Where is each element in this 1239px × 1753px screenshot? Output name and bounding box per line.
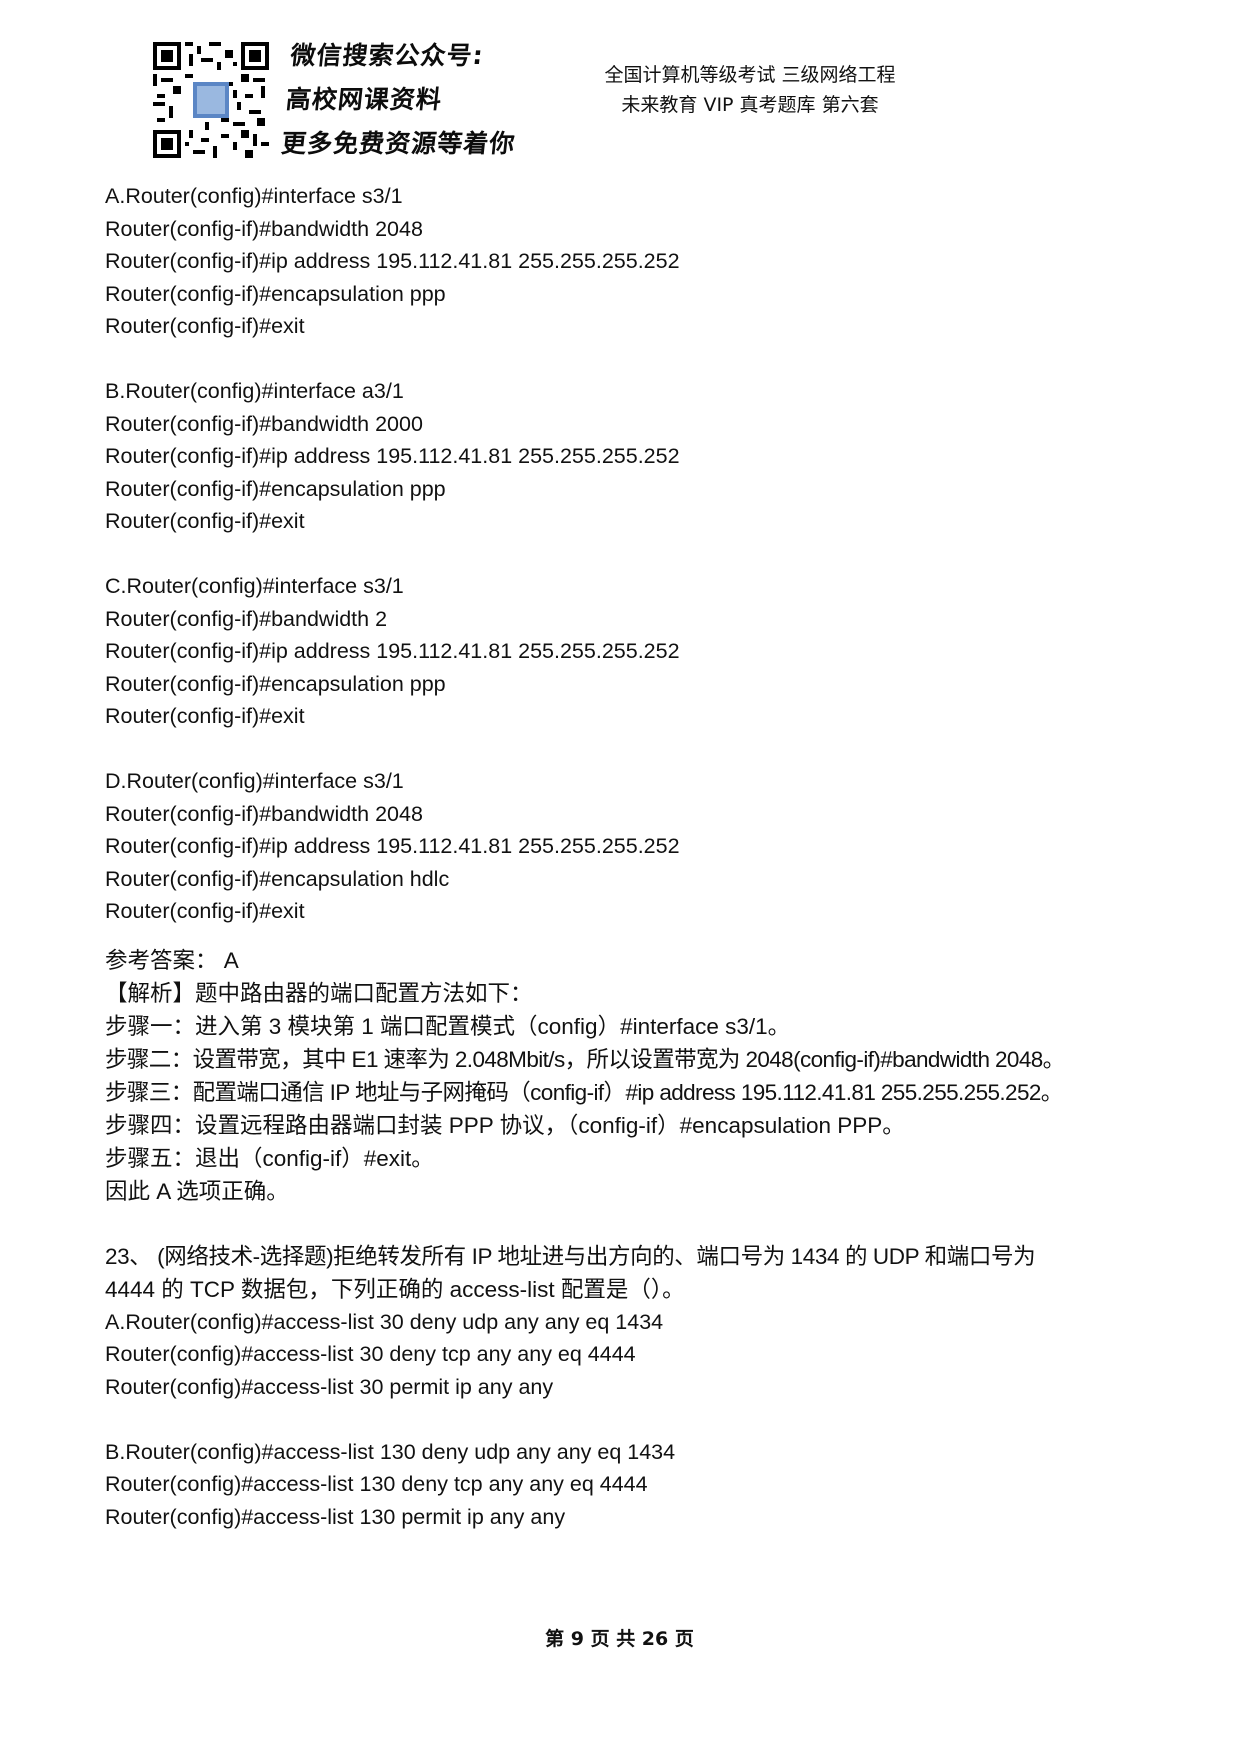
answer-explanation: 参考答案： A 【解析】题中路由器的端口配置方法如下： 步骤一：进入第 3 模块… bbox=[105, 944, 1145, 1208]
option-d-block: D.Router(config)#interface s3/1 Router(c… bbox=[105, 765, 1145, 928]
code-line: Router(config-if)#ip address 195.112.41.… bbox=[105, 834, 680, 859]
code-line: D.Router(config)#interface s3/1 bbox=[105, 768, 404, 793]
promo-line-1: 微信搜索公众号: bbox=[289, 41, 486, 70]
option-b-block: B.Router(config)#interface a3/1 Router(c… bbox=[105, 375, 1145, 538]
qr-code-image bbox=[153, 42, 269, 158]
step-line: 步骤三：配置端口通信 IP 地址与子网掩码（config-if）#ip addr… bbox=[105, 1079, 1063, 1105]
code-line: B.Router(config)#interface a3/1 bbox=[105, 378, 404, 403]
page-number: 第 9 页 共 26 页 bbox=[545, 1628, 694, 1650]
code-line: Router(config-if)#ip address 195.112.41.… bbox=[105, 249, 680, 274]
code-line: C.Router(config)#interface s3/1 bbox=[105, 573, 404, 598]
code-line: Router(config-if)#encapsulation ppp bbox=[105, 476, 446, 501]
code-line: Router(config)#access-list 130 permit ip… bbox=[105, 1504, 566, 1529]
code-line: Router(config-if)#encapsulation ppp bbox=[105, 671, 446, 696]
question-23: 23、 (网络技术-选择题)拒绝转发所有 IP 地址进与出方向的、端口号为 14… bbox=[105, 1240, 1145, 1534]
code-line: Router(config-if)#encapsulation ppp bbox=[105, 281, 446, 306]
option-a-block: A.Router(config)#interface s3/1 Router(c… bbox=[105, 180, 1145, 343]
q23-option-a-block: A.Router(config)#access-list 30 deny udp… bbox=[105, 1306, 1145, 1404]
code-line: Router(config-if)#encapsulation hdlc bbox=[105, 866, 450, 891]
step-line: 步骤一：进入第 3 模块第 1 端口配置模式（config）#interface… bbox=[105, 1013, 791, 1039]
option-c-block: C.Router(config)#interface s3/1 Router(c… bbox=[105, 570, 1145, 733]
code-line: Router(config-if)#exit bbox=[105, 314, 305, 339]
exam-title: 全国计算机等级考试 三级网络工程 bbox=[604, 64, 896, 86]
page-content: A.Router(config)#interface s3/1 Router(c… bbox=[105, 180, 1145, 1565]
promo-line-3: 更多免费资源等着你 bbox=[279, 129, 517, 158]
question-text: 4444 的 TCP 数据包，下列正确的 access-list 配置是（）。 bbox=[105, 1276, 685, 1302]
code-line: Router(config)#access-list 130 deny tcp … bbox=[105, 1472, 648, 1497]
code-line: Router(config-if)#exit bbox=[105, 509, 305, 534]
code-line: Router(config-if)#bandwidth 2 bbox=[105, 606, 388, 631]
question-text: 23、 (网络技术-选择题)拒绝转发所有 IP 地址进与出方向的、端口号为 14… bbox=[105, 1243, 1036, 1269]
code-line: Router(config)#access-list 30 permit ip … bbox=[105, 1375, 554, 1400]
step-line: 步骤五：退出（config-if）#exit。 bbox=[105, 1145, 434, 1171]
code-line: Router(config-if)#exit bbox=[105, 704, 305, 729]
code-line: Router(config-if)#bandwidth 2048 bbox=[105, 216, 423, 241]
code-line: Router(config-if)#bandwidth 2048 bbox=[105, 801, 423, 826]
promo-text: 微信搜索公众号: 高校网课资料 更多免费资源等着你 bbox=[279, 34, 527, 166]
conclusion-line: 因此 A 选项正确。 bbox=[105, 1178, 289, 1204]
promo-line-2: 高校网课资料 bbox=[284, 85, 444, 114]
code-line: Router(config-if)#ip address 195.112.41.… bbox=[105, 444, 680, 469]
answer-line: 参考答案： A bbox=[105, 947, 239, 973]
code-line: Router(config-if)#bandwidth 2000 bbox=[105, 411, 423, 436]
exam-subtitle: 未来教育 VIP 真考题库 第六套 bbox=[621, 94, 879, 116]
step-line: 步骤二：设置带宽，其中 E1 速率为 2.048Mbit/s，所以设置带宽为 2… bbox=[105, 1046, 1065, 1072]
document-header: 全国计算机等级考试 三级网络工程 未来教育 VIP 真考题库 第六套 bbox=[560, 60, 940, 120]
code-line: A.Router(config)#access-list 30 deny udp… bbox=[105, 1309, 664, 1334]
code-line: Router(config-if)#ip address 195.112.41.… bbox=[105, 639, 680, 664]
code-line: A.Router(config)#interface s3/1 bbox=[105, 184, 403, 208]
q23-option-b-block: B.Router(config)#access-list 130 deny ud… bbox=[105, 1436, 1145, 1534]
code-line: Router(config-if)#exit bbox=[105, 899, 305, 924]
step-line: 步骤四：设置远程路由器端口封装 PPP 协议，（config-if）#encap… bbox=[105, 1112, 905, 1138]
code-line: Router(config)#access-list 30 deny tcp a… bbox=[105, 1342, 636, 1367]
analysis-heading: 【解析】题中路由器的端口配置方法如下： bbox=[105, 980, 533, 1006]
code-line: B.Router(config)#access-list 130 deny ud… bbox=[105, 1439, 676, 1464]
